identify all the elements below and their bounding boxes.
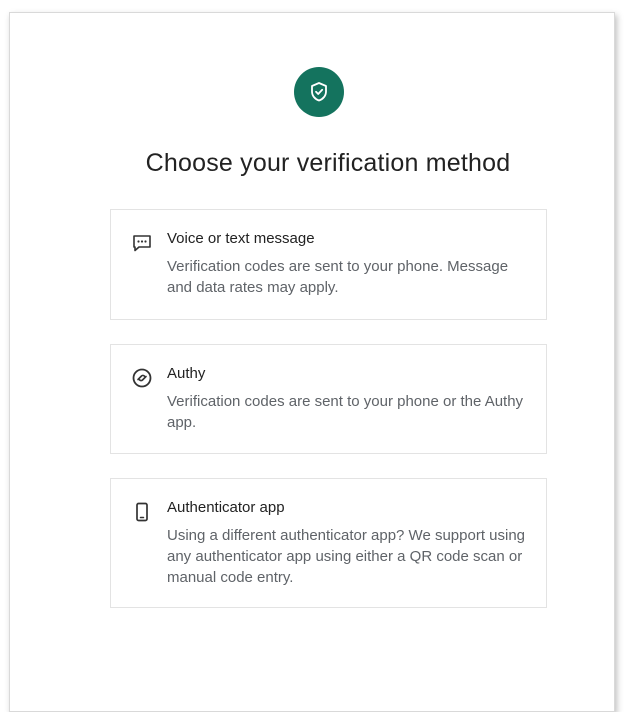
- option-voice-or-text[interactable]: Voice or text message Verification codes…: [110, 209, 547, 320]
- phone-icon: [131, 501, 153, 523]
- option-title: Authy: [167, 365, 206, 382]
- option-description: Verification codes are sent to your phon…: [167, 393, 524, 431]
- shield-check-icon: [294, 67, 344, 117]
- authy-icon: [131, 367, 153, 389]
- option-title: Authenticator app: [167, 499, 285, 516]
- verification-dialog: Choose your verification method Voice or…: [9, 12, 615, 712]
- option-authenticator-app[interactable]: Authenticator app Using a different auth…: [110, 478, 547, 608]
- option-title: Voice or text message: [167, 230, 315, 247]
- message-icon: [131, 232, 153, 254]
- option-description: Using a different authenticator app? We …: [167, 527, 526, 586]
- page-title: Choose your verification method: [145, 149, 511, 177]
- option-authy[interactable]: Authy Verification codes are sent to you…: [110, 344, 547, 454]
- option-description: Verification codes are sent to your phon…: [167, 258, 509, 296]
